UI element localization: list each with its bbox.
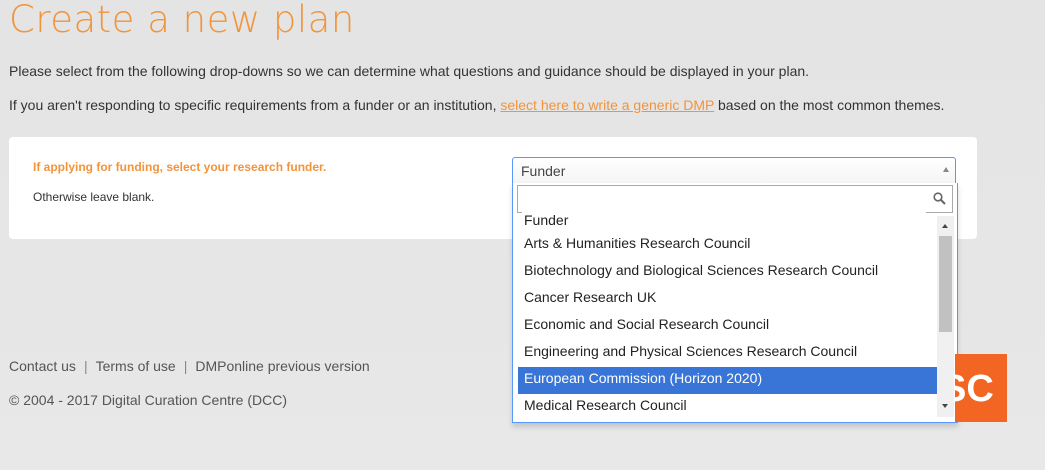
funder-option-highlighted[interactable]: European Commission (Horizon 2020) xyxy=(518,367,937,394)
funder-option[interactable]: Medical Research Council xyxy=(518,394,937,420)
funder-question-hint: Otherwise leave blank. xyxy=(33,190,155,204)
funder-select[interactable]: Funder xyxy=(512,157,956,184)
funder-search-input[interactable] xyxy=(522,187,926,213)
scrollbar-thumb[interactable] xyxy=(939,236,952,332)
intro-text: Please select from the following drop-do… xyxy=(9,63,810,79)
page-title: Create a new plan xyxy=(9,0,355,41)
scroll-up-icon[interactable] xyxy=(942,224,948,228)
footer-links: Contact us | Terms of use | DMPonline previo… xyxy=(9,358,370,374)
funder-select-value: Funder xyxy=(521,163,566,179)
search-icon xyxy=(933,192,946,205)
footer-separator: | xyxy=(183,358,188,374)
copyright: © 2004 - 2017 Digital Curation Centre (D… xyxy=(9,392,287,408)
generic-suffix: based on the most common themes. xyxy=(714,97,945,113)
funder-option[interactable]: Cancer Research UK xyxy=(518,286,937,313)
funder-question-label: If applying for funding, select your res… xyxy=(33,160,327,174)
dcc-logo-text: SC xyxy=(955,368,994,410)
funder-options-list: Funder Arts & Humanities Research Counci… xyxy=(518,212,937,420)
scroll-down-icon[interactable] xyxy=(942,404,948,408)
funder-option[interactable]: Funder xyxy=(518,212,937,232)
dropdown-scrollbar[interactable] xyxy=(937,216,954,417)
generic-prefix: If you aren't responding to specific req… xyxy=(9,97,501,113)
generic-dmp-text: If you aren't responding to specific req… xyxy=(9,97,944,113)
funder-dropdown: Funder Arts & Humanities Research Counci… xyxy=(512,183,958,423)
funder-option[interactable]: Engineering and Physical Sciences Resear… xyxy=(518,340,937,367)
funder-option[interactable]: Arts & Humanities Research Council xyxy=(518,232,937,259)
previous-version-link[interactable]: DMPonline previous version xyxy=(195,358,369,374)
generic-dmp-link[interactable]: select here to write a generic DMP xyxy=(500,97,714,113)
funder-search xyxy=(517,185,953,213)
arrow-up-icon xyxy=(943,167,949,172)
terms-of-use-link[interactable]: Terms of use xyxy=(96,358,176,374)
contact-us-link[interactable]: Contact us xyxy=(9,358,76,374)
footer-separator: | xyxy=(83,358,88,374)
dcc-logo[interactable]: SC xyxy=(955,354,1007,422)
funder-option[interactable]: Economic and Social Research Council xyxy=(518,313,937,340)
funder-option[interactable]: Biotechnology and Biological Sciences Re… xyxy=(518,259,937,286)
